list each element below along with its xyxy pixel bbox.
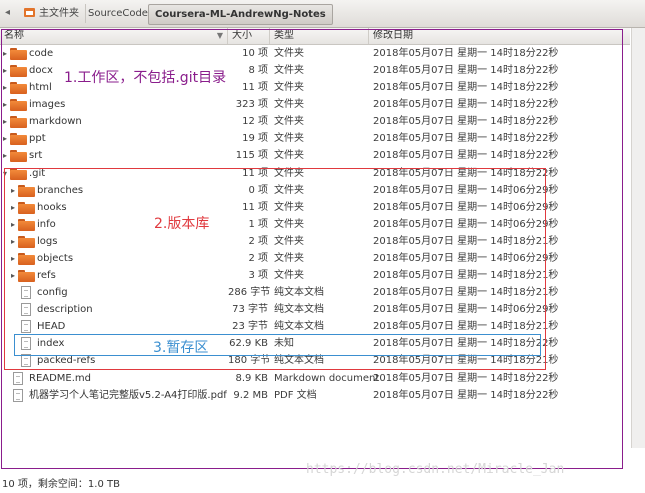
stage-highlight-box bbox=[14, 334, 541, 356]
watermark-text: https://blog.csdn.net/Miracle_Jan bbox=[306, 462, 565, 477]
home-folder-icon bbox=[24, 8, 35, 17]
status-bar: 10 项，剩余空间：1.0 TB bbox=[0, 476, 645, 493]
path-crumb-current[interactable]: Coursera-ML-AndrewNg-Notes bbox=[148, 4, 333, 25]
vertical-scrollbar[interactable] bbox=[631, 28, 645, 448]
path-bar: ◂ 主文件夹 SourceCode Coursera-ML-AndrewNg-N… bbox=[0, 0, 645, 28]
stage-annotation: 3.暂存区 bbox=[153, 340, 209, 356]
repo-annotation: 2.版本库 bbox=[154, 216, 210, 232]
path-crumb-label: 主文件夹 bbox=[39, 8, 79, 19]
workdir-annotation: 1.工作区，不包括.git目录 bbox=[64, 70, 227, 86]
path-crumb-home[interactable]: 主文件夹 bbox=[18, 4, 86, 23]
path-crumb-sourcecode[interactable]: SourceCode bbox=[82, 4, 155, 23]
path-back-icon[interactable]: ◂ bbox=[5, 7, 10, 18]
